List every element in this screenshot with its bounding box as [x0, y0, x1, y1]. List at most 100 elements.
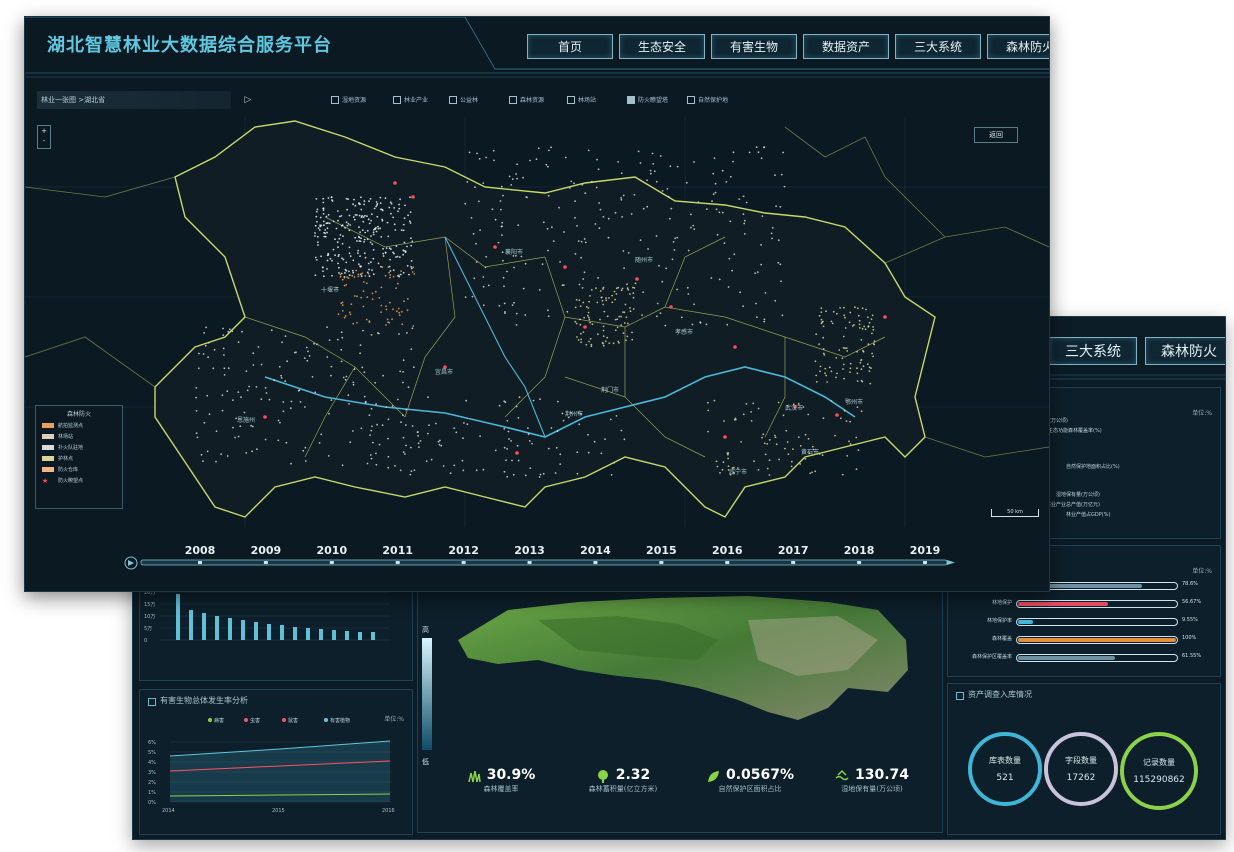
map-city-label: 襄阳市 — [505, 249, 524, 256]
timeline-year[interactable]: 2012 — [448, 544, 479, 557]
nav-ecology[interactable]: 生态安全 — [619, 34, 705, 59]
checkbox-icon[interactable] — [509, 95, 517, 104]
progress-label: 森林覆盖 — [991, 636, 1012, 642]
progress-fill — [1018, 638, 1176, 642]
timeline-year[interactable]: 2013 — [514, 544, 545, 557]
map-city-label: 鄂州市 — [845, 399, 864, 406]
legend-label: 防火仓库 — [58, 467, 79, 473]
grass-icon — [467, 768, 481, 782]
legend-label: 虫害 — [250, 717, 260, 724]
radar-label: 林业产业总产值(万亿元) — [1046, 501, 1100, 508]
layer-checkbox[interactable]: 湿地资源 — [331, 95, 366, 104]
legend-swatch — [42, 423, 54, 428]
x-tick: 2015 — [272, 808, 285, 814]
nav-data-assets[interactable]: 数据资产 — [803, 34, 889, 59]
zoom-control: + - — [37, 125, 51, 149]
radar-label: 生态功能森林覆盖率(%) — [1048, 427, 1102, 434]
legend-item: 防火仓库 — [36, 464, 122, 475]
nav-home[interactable]: 首页 — [527, 34, 613, 59]
dashboard-front-screen: 湖北智慧林业大数据综合服务平台 首页 生态安全 有害生物 数据资产 三大系统 森… — [24, 16, 1050, 592]
bar-axis-tick: 10万 — [144, 614, 155, 620]
radar-label: 湿地保有量(万公顷) — [1056, 491, 1100, 498]
y-tick: 3% — [148, 770, 156, 776]
return-button[interactable]: 返回 — [974, 127, 1018, 143]
legend-label: 扑火队驻地 — [58, 445, 84, 451]
ring-record-count: 记录数量 115290862 — [1120, 732, 1198, 810]
layer-checkbox[interactable]: 林场站 — [567, 95, 596, 104]
play-icon[interactable]: ▷ — [237, 91, 259, 109]
layer-checkbox[interactable]: 防火瞭望塔 — [627, 95, 668, 104]
layer-label: 防火瞭望塔 — [638, 97, 669, 104]
zoom-out-button[interactable]: - — [38, 136, 50, 146]
timeline-year[interactable]: 2008 — [185, 544, 216, 557]
timeline-year[interactable]: 2018 — [844, 544, 875, 557]
layer-checkbox[interactable]: 公益林 — [449, 95, 478, 104]
map-city-label: 恩施州 — [237, 417, 256, 424]
legend-label: 林场站 — [58, 434, 74, 440]
y-tick: 1% — [148, 790, 156, 796]
legend-item: ★ 防火瞭望点 — [36, 475, 122, 486]
pest-line-chart: 病害 虫害 鼠害 有害植物 6% 5% 4% 3% 2% 1% 0% 2014 2015 2016 — [148, 717, 395, 814]
timeline-year[interactable]: 2010 — [317, 544, 348, 557]
back-top-nav: 三大系统 森林防火 — [1049, 337, 1225, 365]
layer-label: 林场站 — [578, 97, 597, 104]
y-tick: 0% — [148, 800, 156, 806]
nav-pests[interactable]: 有害生物 — [711, 34, 797, 59]
kpi-forest-coverage: 30.9% 森林覆盖率 — [446, 764, 556, 794]
timeline-years: 2008 2009 2010 2011 2012 2013 2014 2015 2016 2017… — [25, 544, 1049, 558]
density-gradient-legend — [422, 638, 432, 750]
layer-checkbox[interactable]: 自然保护地 — [687, 95, 728, 104]
zoom-in-button[interactable]: + — [38, 126, 50, 136]
map-city-label: 武汉市 — [785, 405, 804, 412]
y-tick: 4% — [148, 760, 156, 766]
progress-value: 61.55% — [1182, 653, 1202, 659]
back-nav-button[interactable]: 三大系统 — [1049, 337, 1137, 365]
layer-label: 公益林 — [460, 97, 479, 104]
map-legend: 森林防火 航拍监测点 林场站 扑火队驻地 护林点 防火仓库 ★ 防火瞭望点 — [35, 405, 123, 509]
legend-swatch — [42, 434, 54, 439]
timeline-year[interactable]: 2015 — [646, 544, 677, 557]
timeline-year[interactable]: 2016 — [712, 544, 743, 557]
timeline-year[interactable]: 2009 — [251, 544, 282, 557]
back-nav-button[interactable]: 森林防火 — [1145, 337, 1225, 365]
checkbox-icon[interactable] — [687, 95, 695, 104]
legend-item: 扑火队驻地 — [36, 442, 122, 453]
progress-bar — [1016, 654, 1178, 662]
legend-label: 航拍监测点 — [58, 423, 84, 429]
map-city-label: 咸宁市 — [729, 469, 748, 476]
progress-value: 9.55% — [1182, 617, 1198, 623]
timeline-track — [124, 556, 955, 570]
checkbox-icon[interactable] — [393, 95, 401, 104]
unit-label: 单位:% — [1192, 568, 1212, 575]
x-tick: 2014 — [162, 808, 175, 814]
layer-label: 湿地资源 — [342, 97, 367, 104]
nav-fire-prevention[interactable]: 森林防火 — [987, 34, 1049, 59]
layer-checkbox[interactable]: 林业产业 — [393, 95, 428, 104]
checkbox-icon[interactable] — [449, 95, 457, 104]
map-city-label: 荆门市 — [601, 387, 620, 394]
radar-label: 林业产值占GDP(%) — [1066, 511, 1110, 518]
timeline-year[interactable]: 2019 — [910, 544, 941, 557]
y-tick: 5% — [148, 750, 156, 756]
gradient-high-label: 高 — [422, 625, 429, 634]
wetland-icon — [835, 768, 849, 782]
bar-axis-tick: 15万 — [144, 602, 155, 608]
progress-bar — [1016, 600, 1178, 608]
layer-checkbox[interactable]: 森林资源 — [509, 95, 544, 104]
checkbox-icon[interactable] — [627, 95, 635, 104]
breadcrumb: 林业一张图 >湖北省 — [37, 91, 231, 109]
nav-three-systems[interactable]: 三大系统 — [895, 34, 981, 59]
timeline-year[interactable]: 2017 — [778, 544, 809, 557]
radar-label: 自然保护地面积占比(%) — [1066, 463, 1120, 470]
checkbox-icon[interactable] — [567, 95, 575, 104]
timeline-year[interactable]: 2011 — [382, 544, 413, 557]
kpi-forest-stock: 2.32 森林蓄积量(亿立方米) — [588, 767, 658, 793]
bar-axis-tick: 0 — [144, 638, 147, 644]
pest-rate-panel: 有害生物总体发生率分析 单位:% 病害 虫害 鼠害 有害植物 6% 5% 4% 3% 2% 1%… — [139, 689, 413, 835]
legend-label: 护林点 — [58, 456, 74, 462]
map-city-label: 随州市 — [635, 257, 654, 264]
star-icon: ★ — [42, 476, 49, 485]
checkbox-icon[interactable] — [331, 95, 339, 104]
timeline-year[interactable]: 2014 — [580, 544, 611, 557]
legend-swatch — [42, 456, 54, 461]
